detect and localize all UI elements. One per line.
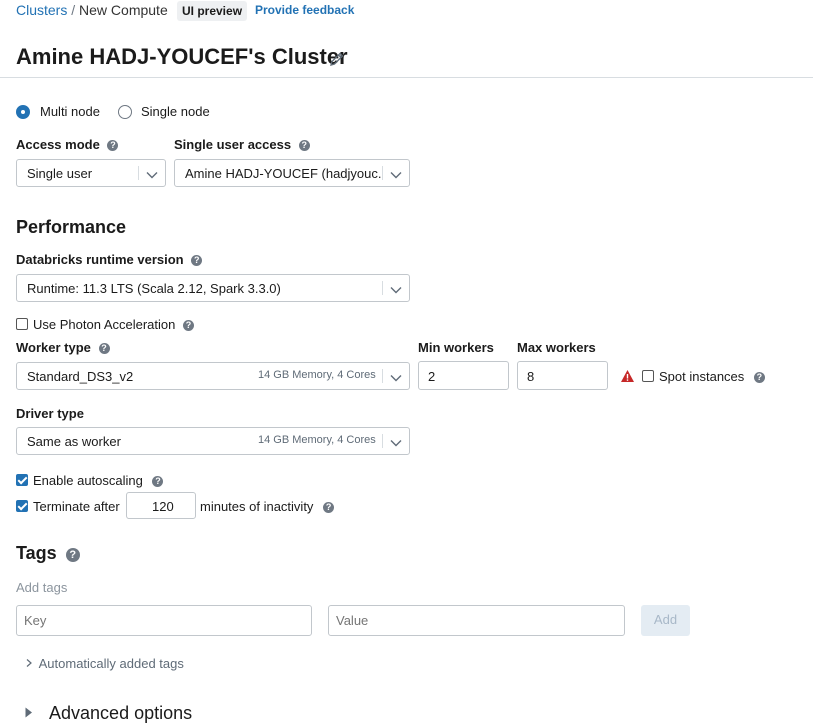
chevron-down-icon <box>390 436 402 447</box>
chevron-right-icon <box>25 656 33 671</box>
edit-pencil-icon[interactable] <box>329 51 345 67</box>
terminate-minutes-input[interactable]: 120 <box>126 492 196 519</box>
provide-feedback-link[interactable]: Provide feedback <box>255 3 354 17</box>
access-mode-value: Single user <box>27 166 93 181</box>
worker-type-select[interactable]: Standard_DS3_v2 14 GB Memory, 4 Cores <box>16 362 410 390</box>
spot-instances-checkbox[interactable] <box>642 370 654 382</box>
help-icon[interactable]: ? <box>323 502 335 513</box>
auto-added-tags-label: Automatically added tags <box>38 656 184 671</box>
add-tag-label: Add <box>653 612 678 627</box>
page-title: Amine HADJ-YOUCEF's Cluster <box>16 44 348 70</box>
select-separator <box>382 369 383 383</box>
auto-added-tags-toggle[interactable]: Automatically added tags <box>25 656 184 671</box>
tag-key-input[interactable] <box>16 605 312 636</box>
worker-type-value: Standard_DS3_v2 <box>27 369 134 384</box>
help-icon[interactable]: ? <box>183 320 194 331</box>
runtime-label: Databricks runtime version ? <box>16 252 203 267</box>
access-mode-select[interactable]: Single user <box>16 159 166 187</box>
max-workers-label: Max workers <box>517 340 596 355</box>
access-mode-label: Access mode ? <box>16 137 119 152</box>
single-user-access-label: Single user access ? <box>174 137 310 152</box>
worker-type-label: Worker type ? <box>16 340 110 355</box>
single-user-access-select[interactable]: Amine HADJ-YOUCEF (hadjyouc... <box>174 159 410 187</box>
spot-instances-label: Spot instances ? <box>659 369 765 384</box>
photon-label: Use Photon Acceleration ? <box>33 317 194 332</box>
single-node-label[interactable]: Single node <box>141 104 210 119</box>
spot-instances-label-text[interactable]: Spot instances <box>659 369 744 384</box>
help-icon[interactable]: ? <box>98 343 110 354</box>
single-user-access-value: Amine HADJ-YOUCEF (hadjyouc... <box>185 166 383 181</box>
tags-heading: Tags ? <box>16 543 80 564</box>
page-title-text: Amine HADJ-YOUCEF's Cluster <box>16 44 348 69</box>
min-workers-label: Min workers <box>418 340 494 355</box>
max-workers-value: 8 <box>527 369 535 384</box>
worker-type-label-text: Worker type <box>16 340 91 355</box>
select-separator <box>138 166 139 180</box>
runtime-label-text: Databricks runtime version <box>16 252 184 267</box>
performance-heading: Performance <box>16 217 127 237</box>
multi-node-label[interactable]: Multi node <box>40 104 100 119</box>
advanced-options-label: Advanced options <box>49 703 193 723</box>
access-mode-label-text: Access mode <box>16 137 100 152</box>
driver-type-meta: 14 GB Memory, 4 Cores <box>258 434 376 446</box>
single-user-access-label-text: Single user access <box>174 137 292 152</box>
terminate-label[interactable]: Terminate after <box>33 499 120 514</box>
help-icon[interactable]: ? <box>152 476 164 487</box>
driver-type-value: Same as worker <box>27 434 121 449</box>
help-icon[interactable]: ? <box>191 255 203 266</box>
photon-checkbox[interactable] <box>16 318 28 330</box>
runtime-select[interactable]: Runtime: 11.3 LTS (Scala 2.12, Spark 3.3… <box>16 274 410 302</box>
autoscaling-checkbox[interactable] <box>16 474 28 486</box>
min-workers-input[interactable]: 2 <box>418 361 509 390</box>
autoscaling-label: Enable autoscaling ? <box>33 473 164 488</box>
title-divider <box>0 77 813 78</box>
photon-label-text[interactable]: Use Photon Acceleration <box>33 317 175 332</box>
breadcrumb-separator: / <box>71 2 76 18</box>
breadcrumb: Clusters / New Compute <box>16 2 168 18</box>
min-workers-value: 2 <box>428 369 436 384</box>
help-icon[interactable]: ? <box>65 548 80 562</box>
single-node-radio[interactable] <box>118 105 132 119</box>
terminate-suffix: minutes of inactivity ? <box>200 499 335 514</box>
caret-right-icon <box>24 702 34 723</box>
chevron-down-icon <box>390 371 402 382</box>
ui-preview-badge: UI preview <box>177 1 248 21</box>
autoscaling-label-text[interactable]: Enable autoscaling <box>33 473 143 488</box>
runtime-value: Runtime: 11.3 LTS (Scala 2.12, Spark 3.3… <box>27 281 281 296</box>
tags-heading-text: Tags <box>16 543 57 563</box>
select-separator <box>382 434 383 448</box>
terminate-suffix-text: minutes of inactivity <box>200 499 314 514</box>
tag-value-input[interactable] <box>328 605 625 636</box>
multi-node-radio[interactable] <box>16 105 30 119</box>
driver-type-select[interactable]: Same as worker 14 GB Memory, 4 Cores <box>16 427 410 455</box>
warning-icon <box>620 369 635 383</box>
help-icon[interactable]: ? <box>753 372 765 383</box>
advanced-options-toggle[interactable]: Advanced options <box>24 702 192 724</box>
terminate-minutes-value: 120 <box>152 499 174 514</box>
select-separator <box>382 166 383 180</box>
terminate-checkbox[interactable] <box>16 500 28 512</box>
breadcrumb-clusters-link[interactable]: Clusters <box>16 2 67 18</box>
chevron-down-icon <box>390 168 402 179</box>
select-separator <box>382 281 383 295</box>
help-icon[interactable]: ? <box>107 140 119 151</box>
breadcrumb-current: New Compute <box>79 2 168 18</box>
help-icon[interactable]: ? <box>298 140 310 151</box>
add-tags-hint: Add tags <box>16 580 68 595</box>
worker-type-meta: 14 GB Memory, 4 Cores <box>258 369 376 381</box>
chevron-down-icon <box>146 168 158 179</box>
driver-type-label: Driver type <box>16 406 84 421</box>
add-tag-button[interactable]: Add <box>641 605 690 636</box>
max-workers-input[interactable]: 8 <box>517 361 608 390</box>
chevron-down-icon <box>390 283 402 294</box>
